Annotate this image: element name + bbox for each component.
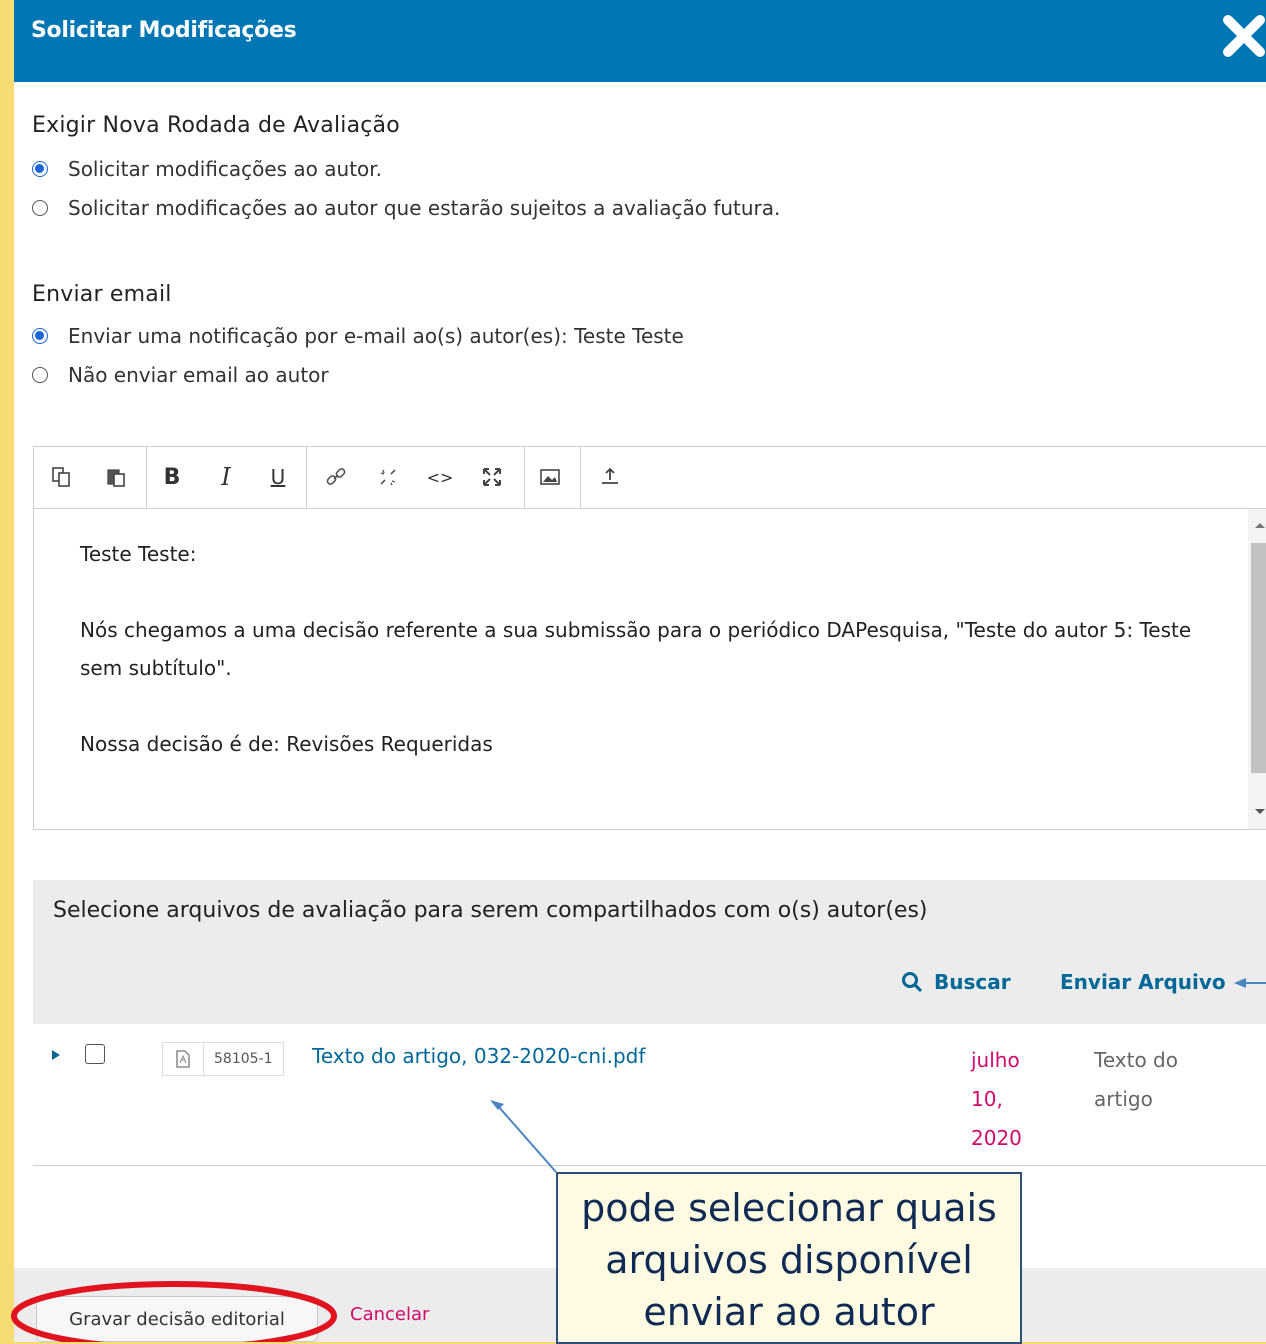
bold-button[interactable]: B — [156, 461, 188, 493]
underline-button[interactable]: U — [262, 461, 294, 493]
scroll-up-icon[interactable] — [1248, 513, 1266, 537]
underline-icon: U — [270, 465, 286, 489]
upload-file-button[interactable]: Enviar Arquivo — [1060, 970, 1226, 994]
file-name-link[interactable]: Texto do artigo, 032-2020-cni.pdf — [312, 1044, 645, 1068]
files-heading: Selecione arquivos de avaliação para ser… — [53, 898, 928, 923]
search-label: Buscar — [934, 970, 1011, 994]
search-button[interactable]: Buscar — [900, 970, 1011, 994]
unlink-button[interactable] — [372, 461, 404, 493]
callout-line: pode selecionar quais — [581, 1186, 997, 1230]
copy-button[interactable] — [46, 461, 78, 493]
file-type-line: artigo — [1094, 1087, 1153, 1111]
italic-icon: I — [221, 463, 231, 491]
radio-no-email[interactable]: Não enviar email ao autor — [32, 360, 329, 390]
radio-label: Solicitar modificações ao autor. — [68, 157, 383, 181]
pdf-file-icon — [163, 1043, 204, 1075]
paste-button[interactable] — [100, 461, 132, 493]
file-date-month: julho — [971, 1048, 1020, 1072]
scroll-thumb[interactable] — [1251, 543, 1266, 773]
file-type-line: Texto do — [1094, 1048, 1178, 1072]
email-heading: Enviar email — [32, 282, 172, 307]
review-round-heading: Exigir Nova Rodada de Avaliação — [32, 113, 400, 138]
expand-row-icon[interactable] — [49, 1048, 63, 1062]
request-modifications-dialog: Solicitar Modificações Exigir Nova Rodad… — [14, 0, 1266, 1342]
link-button[interactable] — [320, 461, 352, 493]
code-icon: <> — [426, 467, 454, 487]
editor-toolbar: B I U <> — [34, 447, 1266, 509]
bold-icon: B — [163, 464, 181, 490]
file-date-day: 10, — [971, 1087, 1003, 1111]
callout-line: arquivos disponível — [605, 1238, 973, 1282]
file-checkbox[interactable] — [85, 1044, 105, 1064]
file-date-year: 2020 — [971, 1126, 1022, 1150]
search-icon — [902, 972, 922, 992]
radio-unselected[interactable] — [32, 367, 48, 383]
image-icon — [540, 469, 560, 485]
close-button[interactable] — [1222, 14, 1266, 58]
radio-unselected[interactable] — [32, 200, 48, 216]
link-icon — [326, 468, 346, 485]
unlink-icon — [380, 469, 396, 486]
file-date: julho 10, 2020 — [971, 1041, 1022, 1158]
upload-icon — [602, 467, 618, 484]
editor-content[interactable]: Teste Teste: Nós chegamos a uma decisão … — [80, 535, 1200, 801]
upload-button[interactable] — [594, 461, 626, 493]
italic-button[interactable]: I — [210, 461, 242, 493]
review-files-panel: Selecione arquivos de avaliação para ser… — [33, 880, 1266, 1024]
annotation-callout: pode selecionar quais arquivos disponíve… — [556, 1172, 1022, 1344]
radio-request-future-review[interactable]: Solicitar modificações ao autor que esta… — [32, 193, 780, 223]
radio-label: Solicitar modificações ao autor que esta… — [68, 196, 781, 220]
scroll-down-icon[interactable] — [1248, 799, 1266, 823]
file-type: Texto do artigo — [1094, 1041, 1178, 1119]
email-editor[interactable]: B I U <> Teste Teste: Nós chegamos a uma… — [33, 446, 1266, 830]
file-row: 58105-1 Texto do artigo, 032-2020-cni.pd… — [33, 1024, 1266, 1166]
file-id: 58105-1 — [214, 1051, 273, 1067]
callout-line: enviar ao autor — [643, 1290, 935, 1334]
editor-scrollbar[interactable] — [1248, 509, 1266, 829]
radio-request-author[interactable]: Solicitar modificações ao autor. — [32, 154, 382, 184]
code-button[interactable]: <> — [424, 461, 456, 493]
image-button[interactable] — [534, 461, 566, 493]
dialog-header: Solicitar Modificações — [14, 0, 1266, 82]
editor-paragraph: Teste Teste: — [80, 542, 197, 566]
radio-selected[interactable] — [32, 328, 48, 344]
file-id-badge: 58105-1 — [162, 1042, 284, 1076]
dialog-title: Solicitar Modificações — [31, 18, 297, 43]
cancel-link[interactable]: Cancelar — [350, 1304, 429, 1325]
radio-send-email[interactable]: Enviar uma notificação por e-mail ao(s) … — [32, 321, 684, 351]
radio-label: Não enviar email ao autor — [68, 363, 329, 387]
fullscreen-button[interactable] — [476, 461, 508, 493]
radio-selected[interactable] — [32, 161, 48, 177]
save-decision-button[interactable]: Gravar decisão editorial — [36, 1296, 318, 1342]
close-icon — [1223, 15, 1265, 57]
copy-icon — [52, 467, 70, 487]
fullscreen-icon — [483, 468, 501, 486]
editor-paragraph: Nós chegamos a uma decisão referente a s… — [80, 618, 1192, 680]
editor-paragraph: Nossa decisão é de: Revisões Requeridas — [80, 732, 493, 756]
paste-icon — [107, 469, 125, 487]
radio-label: Enviar uma notificação por e-mail ao(s) … — [68, 324, 684, 348]
upload-file-label: Enviar Arquivo — [1060, 970, 1226, 994]
